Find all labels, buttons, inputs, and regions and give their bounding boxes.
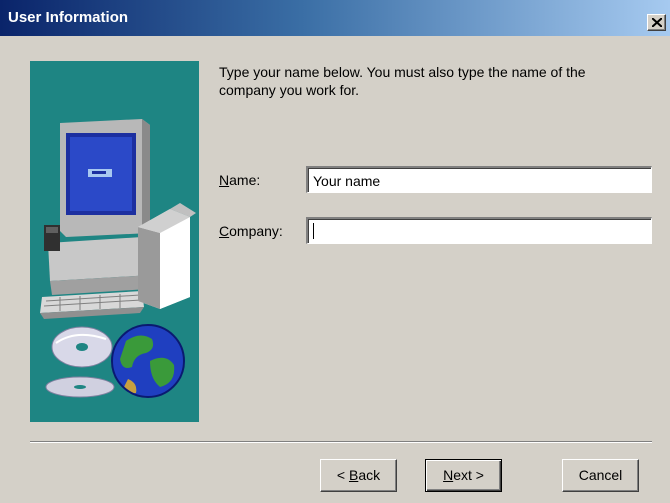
cd-discs-graphic	[45, 326, 115, 398]
computer-globe-icon	[40, 119, 196, 398]
cancel-button[interactable]: Cancel	[562, 459, 639, 492]
back-button[interactable]: < Back	[320, 459, 397, 492]
computer-base-graphic	[40, 225, 152, 319]
company-input[interactable]	[306, 217, 652, 244]
name-input[interactable]: Your name	[306, 166, 652, 193]
setup-illustration	[30, 61, 199, 422]
globe-graphic	[111, 324, 185, 398]
text-cursor	[313, 223, 314, 239]
instruction-text: Type your name below. You must also type…	[219, 64, 586, 98]
monitor-graphic	[60, 119, 150, 237]
next-button[interactable]: Next >	[425, 459, 502, 492]
company-label: Company:	[219, 223, 283, 239]
close-icon	[652, 18, 662, 27]
button-separator	[30, 441, 652, 443]
title-bar[interactable]: User Information	[0, 0, 670, 36]
window-title: User Information	[8, 9, 129, 26]
name-label: Name:	[219, 172, 261, 188]
close-button[interactable]	[647, 14, 666, 31]
